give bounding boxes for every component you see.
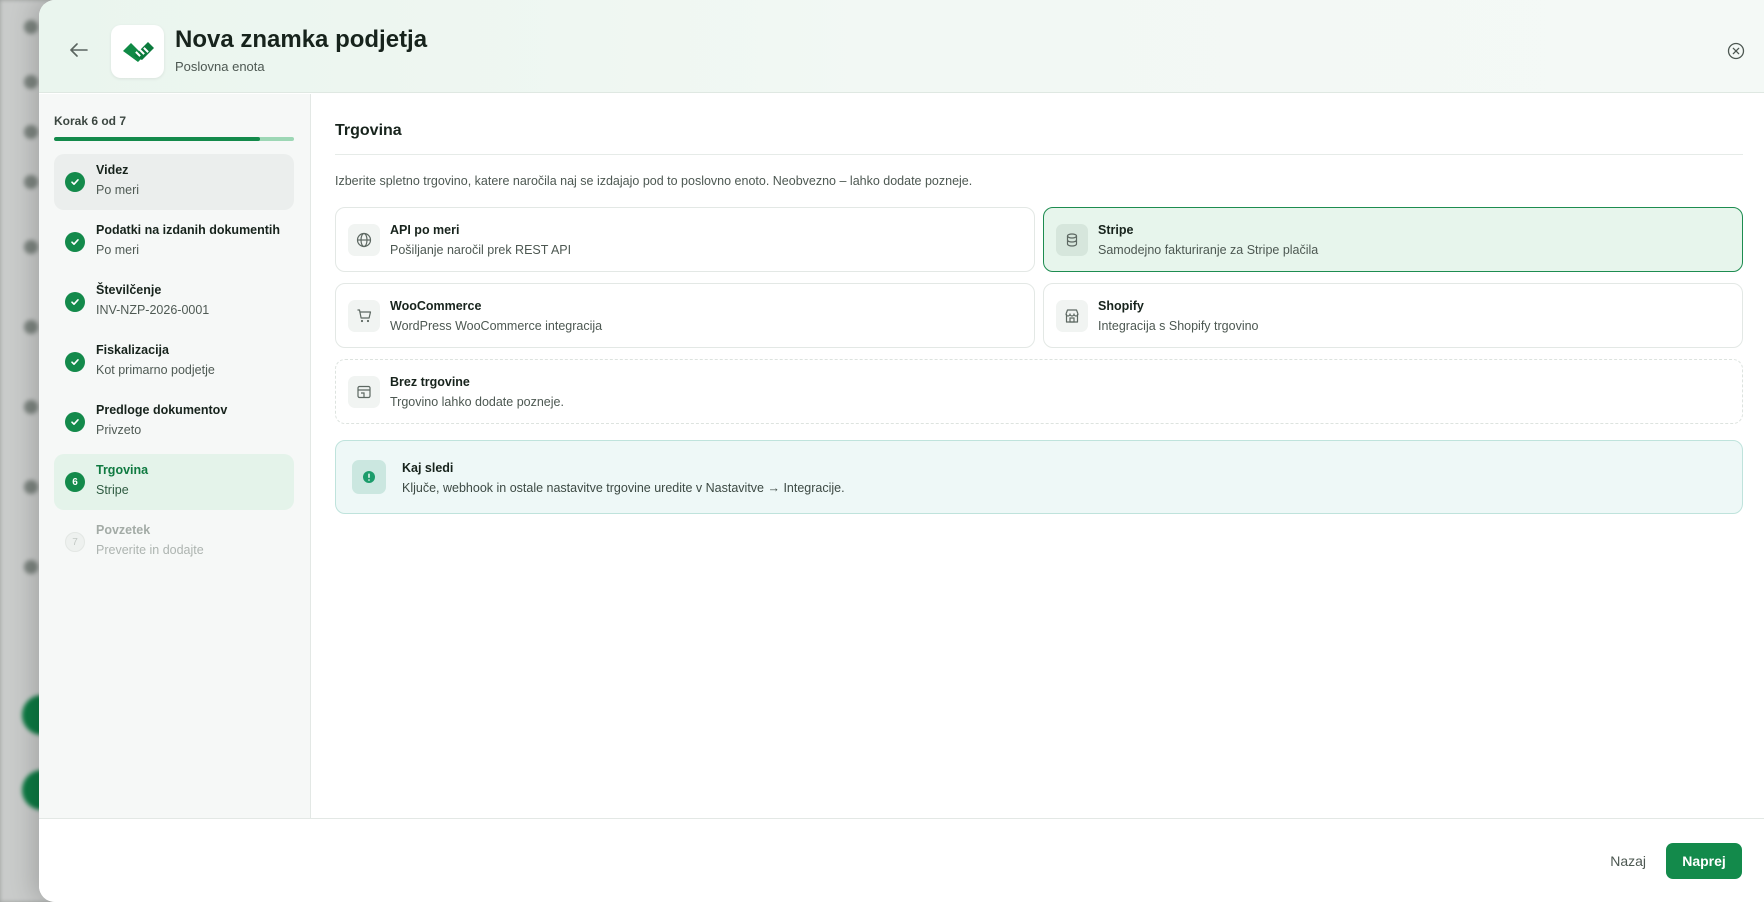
brand-logo xyxy=(111,25,164,78)
step-subtitle: Po meri xyxy=(96,183,140,197)
wizard-step[interactable]: Podatki na izdanih dokumentih Po meri xyxy=(54,214,294,270)
store-option-woocommerce[interactable]: WooCommerce WordPress WooCommerce integr… xyxy=(335,283,1035,348)
background-icon xyxy=(24,125,38,139)
back-arrow-button[interactable] xyxy=(63,36,95,64)
wizard-step[interactable]: Videz Po meri xyxy=(54,154,294,210)
background-icon xyxy=(24,175,38,189)
wizard-step[interactable]: Predloge dokumentov Privzeto xyxy=(54,394,294,450)
background-icon xyxy=(24,480,38,494)
globe-icon xyxy=(348,224,380,256)
store-option-api[interactable]: API po meri Pošiljanje naročil prek REST… xyxy=(335,207,1035,272)
page-subtitle: Poslovna enota xyxy=(175,59,265,74)
store-option-stripe[interactable]: Stripe Samodejno fakturiranje za Stripe … xyxy=(1043,207,1743,272)
option-description: Trgovino lahko dodate pozneje. xyxy=(390,395,564,409)
wizard-step[interactable]: Fiskalizacija Kot primarno podjetje xyxy=(54,334,294,390)
option-description: Integracija s Shopify trgovino xyxy=(1098,319,1259,333)
page-title: Nova znamka podjetja xyxy=(175,26,428,53)
step-title: Predloge dokumentov xyxy=(96,403,228,417)
step-subtitle: Kot primarno podjetje xyxy=(96,363,215,377)
option-description: WordPress WooCommerce integracija xyxy=(390,319,603,333)
step-number-icon: 6 xyxy=(65,472,85,492)
close-button[interactable] xyxy=(1726,41,1746,61)
coins-icon xyxy=(1056,224,1088,256)
info-icon xyxy=(352,460,386,494)
step-subtitle: Po meri xyxy=(96,243,140,257)
main-content: Trgovina Izberite spletno trgovino, kate… xyxy=(335,94,1743,818)
next-button[interactable]: Naprej xyxy=(1666,843,1742,879)
wizard-step[interactable]: Številčenje INV-NZP-2026-0001 xyxy=(54,274,294,330)
divider xyxy=(335,154,1743,155)
info-box: Kaj sledi Ključe, webhook in ostale nast… xyxy=(335,440,1743,514)
option-title: Stripe xyxy=(1098,223,1134,237)
cart-icon xyxy=(348,300,380,332)
store-option-none[interactable]: Brez trgovine Trgovino lahko dodate pozn… xyxy=(335,359,1743,424)
progress-bar xyxy=(54,137,294,141)
info-title: Kaj sledi xyxy=(402,461,454,475)
check-icon xyxy=(65,292,85,312)
background-icon xyxy=(24,75,38,89)
option-description: Pošiljanje naročil prek REST API xyxy=(390,243,572,257)
step-subtitle: Preverite in dodajte xyxy=(96,543,204,557)
close-circle-icon xyxy=(1727,42,1745,60)
option-description: Samodejno fakturiranje za Stripe plačila xyxy=(1098,243,1319,257)
background-icon xyxy=(24,400,38,414)
option-title: Shopify xyxy=(1098,299,1144,313)
store-option-shopify[interactable]: Shopify Integracija s Shopify trgovino xyxy=(1043,283,1743,348)
section-description: Izberite spletno trgovino, katere naroči… xyxy=(335,174,973,188)
step-subtitle: INV-NZP-2026-0001 xyxy=(96,303,210,317)
option-title: API po meri xyxy=(390,223,460,237)
wizard-step[interactable]: 6 Trgovina Stripe xyxy=(54,454,294,510)
step-title: Trgovina xyxy=(96,463,149,477)
background-icon xyxy=(24,240,38,254)
option-title: WooCommerce xyxy=(390,299,482,313)
step-title: Številčenje xyxy=(96,283,162,297)
handshake-logo-icon xyxy=(122,41,154,62)
background-icon xyxy=(24,20,38,34)
step-title: Fiskalizacija xyxy=(96,343,169,357)
check-icon xyxy=(65,352,85,372)
check-icon xyxy=(65,412,85,432)
step-title: Podatki na izdanih dokumentih xyxy=(96,223,281,237)
step-subtitle: Stripe xyxy=(96,483,129,497)
background-icon xyxy=(24,560,38,574)
step-title: Videz xyxy=(96,163,129,177)
arrow-left-icon xyxy=(70,43,88,57)
step-title: Povzetek xyxy=(96,523,151,537)
background-icon xyxy=(24,320,38,334)
section-title: Trgovina xyxy=(335,122,402,139)
step-subtitle: Privzeto xyxy=(96,423,142,437)
check-icon xyxy=(65,172,85,192)
modal-header: Nova znamka podjetja Poslovna enota xyxy=(39,0,1764,93)
no-store-icon xyxy=(348,376,380,408)
wizard-modal: Nova znamka podjetja Poslovna enota Kora… xyxy=(39,0,1764,902)
wizard-steps-sidebar: Korak 6 od 7 Videz Po meri Podatki na izda… xyxy=(39,94,311,818)
progress-fill xyxy=(54,137,261,141)
step-number-icon: 7 xyxy=(65,532,85,552)
step-counter: Korak 6 od 7 xyxy=(54,114,127,128)
back-button[interactable]: Nazaj xyxy=(1610,853,1646,869)
check-icon xyxy=(65,232,85,252)
store-icon xyxy=(1056,300,1088,332)
info-text: Ključe, webhook in ostale nastavitve trg… xyxy=(402,481,845,495)
option-title: Brez trgovine xyxy=(390,375,470,389)
modal-footer: Nazaj Naprej xyxy=(39,818,1764,902)
steps-list: Videz Po meri Podatki na izdanih dokumenti… xyxy=(54,154,294,574)
wizard-step[interactable]: 7 Povzetek Preverite in dodajte xyxy=(54,514,294,570)
